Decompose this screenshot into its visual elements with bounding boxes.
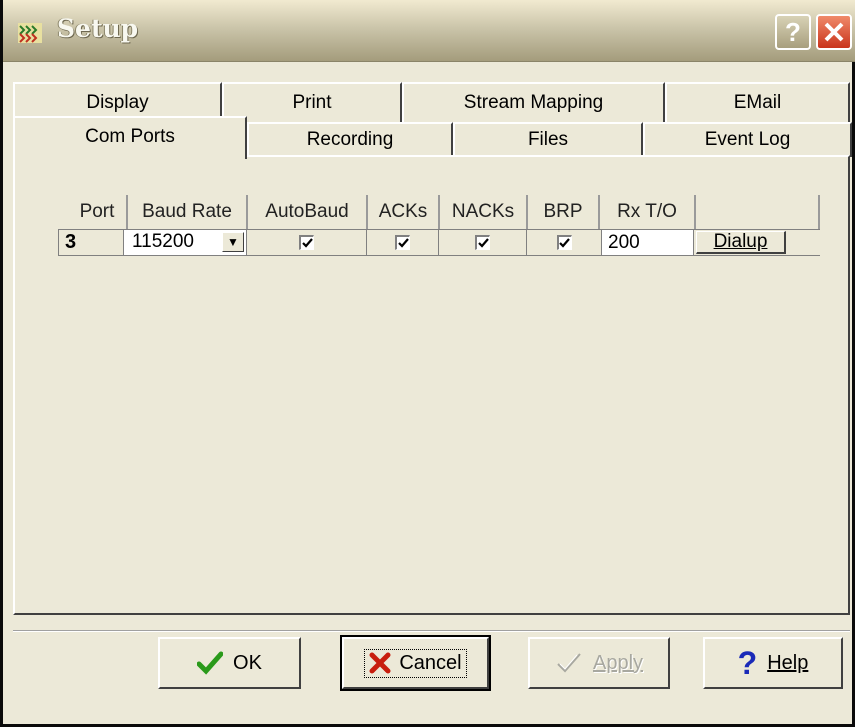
table-row: 3 115200 ▼ 200 Dialup [58, 229, 821, 256]
tab-com-ports[interactable]: Com Ports [13, 116, 247, 159]
autobaud-cell [247, 230, 367, 255]
checkmark-icon [559, 237, 570, 248]
title-bar: Setup ? [3, 0, 855, 62]
close-icon [824, 22, 844, 42]
cancel-label: Cancel [399, 651, 462, 674]
nacks-cell [439, 230, 527, 255]
brp-cell [527, 230, 602, 255]
acks-cell [367, 230, 439, 255]
baud-rate-select[interactable]: 115200 ▼ [124, 230, 247, 255]
check-icon [197, 651, 224, 675]
checkmark-icon [397, 237, 409, 248]
acks-checkbox[interactable] [395, 235, 410, 250]
tab-label: Event Log [704, 129, 791, 150]
tab-email[interactable]: EMail [665, 82, 850, 122]
tab-label: Stream Mapping [463, 92, 604, 113]
check-icon [557, 653, 581, 673]
dialup-button[interactable]: Dialup [696, 231, 786, 254]
tab-event-log[interactable]: Event Log [643, 122, 852, 157]
app-icon [18, 23, 42, 43]
title-help-button[interactable]: ? [775, 14, 811, 50]
cancel-button[interactable]: Cancel [340, 635, 491, 691]
nacks-checkbox[interactable] [475, 235, 490, 250]
tab-stream-mapping[interactable]: Stream Mapping [402, 82, 665, 122]
brp-checkbox[interactable] [556, 235, 572, 250]
question-icon: ? [737, 645, 758, 681]
question-icon: ? [785, 16, 801, 47]
checkmark-icon [477, 237, 489, 248]
header-brp: BRP [528, 195, 600, 229]
tab-print[interactable]: Print [222, 82, 402, 122]
baud-rate-value: 115200 [132, 231, 194, 252]
x-icon [369, 652, 391, 674]
help-label: Help [767, 651, 809, 674]
chevron-down-icon[interactable]: ▼ [222, 232, 244, 252]
ok-button[interactable]: OK [158, 637, 301, 689]
tab-files[interactable]: Files [453, 122, 643, 157]
dialup-cell: Dialup [694, 230, 821, 255]
apply-label: Apply [592, 651, 644, 674]
autobaud-checkbox[interactable] [299, 235, 314, 250]
tab-label: EMail [733, 92, 782, 113]
tab-recording[interactable]: Recording [247, 122, 453, 157]
divider [13, 630, 850, 632]
help-button[interactable]: ? Help [703, 637, 843, 689]
port-cell: 3 [59, 230, 124, 255]
tab-label: Files [527, 129, 569, 150]
ok-label: OK [233, 651, 262, 674]
tab-label: Display [86, 92, 149, 113]
header-blank [696, 195, 820, 229]
setup-dialog: Setup ? Display Print Stream Mapping EMa… [0, 0, 855, 727]
checkmark-icon [301, 237, 313, 248]
focus-rect: Cancel [364, 648, 467, 678]
tab-label: Com Ports [85, 126, 175, 147]
apply-button[interactable]: Apply [528, 637, 670, 689]
window-title: Setup [57, 14, 139, 43]
header-baud-rate: Baud Rate [128, 195, 248, 229]
header-autobaud: AutoBaud [248, 195, 368, 229]
rx-timeout-input[interactable]: 200 [602, 230, 694, 255]
header-port: Port [68, 195, 128, 229]
tab-label: Print [292, 92, 332, 113]
header-rx-timeout: Rx T/O [600, 195, 696, 229]
close-button[interactable] [816, 14, 852, 50]
tab-label: Recording [306, 129, 394, 150]
header-acks: ACKs [368, 195, 440, 229]
header-nacks: NACKs [440, 195, 528, 229]
